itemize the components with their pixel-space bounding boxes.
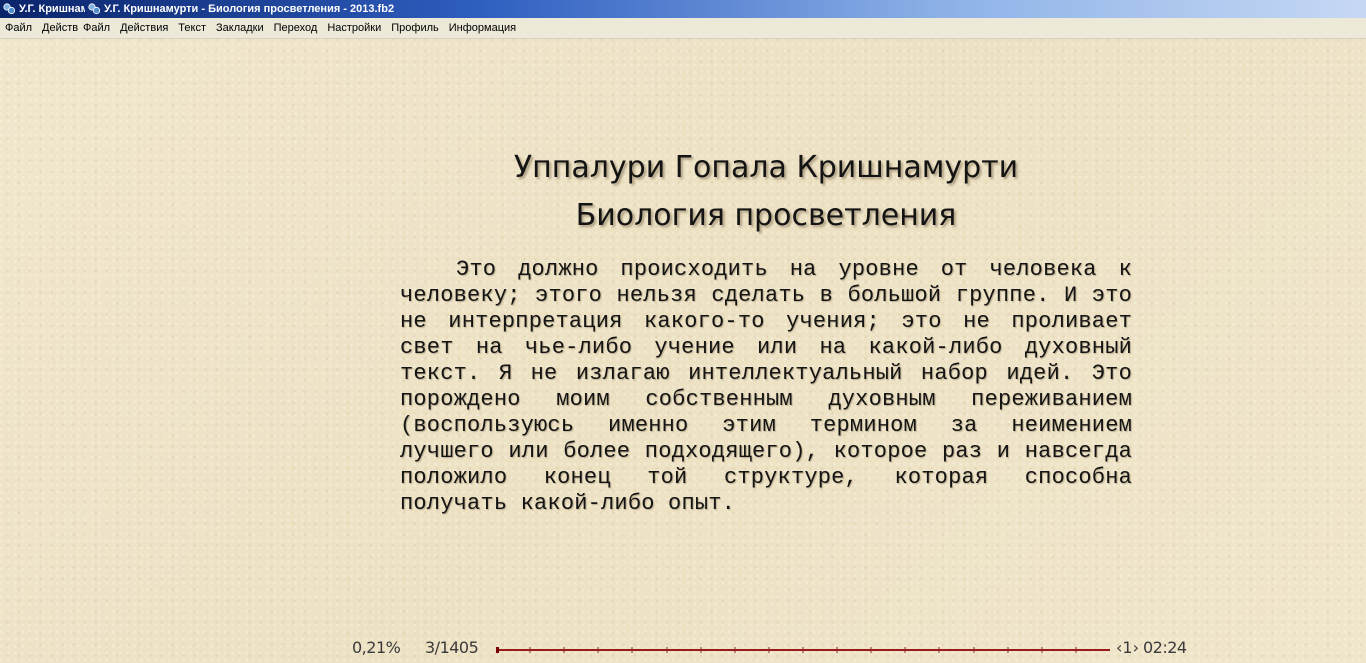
status-nav-arrows[interactable]: ‹1› xyxy=(1116,638,1139,657)
book-title: Биология просветления xyxy=(575,198,957,233)
menu-file[interactable]: Файл xyxy=(0,22,37,34)
book-paragraph: Это должно происходить на уровне от чело… xyxy=(400,257,1132,516)
status-percent: 0,21% xyxy=(352,638,401,657)
app-icon[interactable] xyxy=(2,2,16,16)
title-bar: У.Г. Кришнамурти - Биология просветления… xyxy=(0,0,1366,18)
menu-actions-clipped[interactable]: Действия xyxy=(37,22,78,34)
book-author: Уппалури Гопала Кришнамурти xyxy=(513,150,1019,185)
menu-info[interactable]: Информация xyxy=(444,22,521,34)
menu-profile[interactable]: Профиль xyxy=(386,22,444,34)
menu-goto[interactable]: Переход xyxy=(269,22,323,34)
taskbar-window-title[interactable]: У.Г. Кришнамурти - Биология просветления… xyxy=(19,3,85,15)
app-icon-2 xyxy=(87,2,101,16)
menu-settings[interactable]: Настройки xyxy=(322,22,386,34)
menu-actions[interactable]: Действия xyxy=(115,22,173,34)
status-clock: 02:24 xyxy=(1143,638,1187,657)
progress-bar[interactable] xyxy=(496,647,1110,653)
status-page-count: 3/1405 xyxy=(425,638,479,657)
menu-file-2[interactable]: Файл xyxy=(78,22,115,34)
menu-text[interactable]: Текст xyxy=(173,22,211,34)
window-title: У.Г. Кришнамурти - Биология просветления… xyxy=(104,3,395,15)
menu-bar: Файл Действия Файл Действия Текст Заклад… xyxy=(0,18,1366,39)
menu-bookmarks[interactable]: Закладки xyxy=(211,22,269,34)
status-bar: 0,21% 3/1405 ‹1› 02:24 xyxy=(0,636,1366,663)
progress-chapter-ticks xyxy=(529,647,1077,653)
